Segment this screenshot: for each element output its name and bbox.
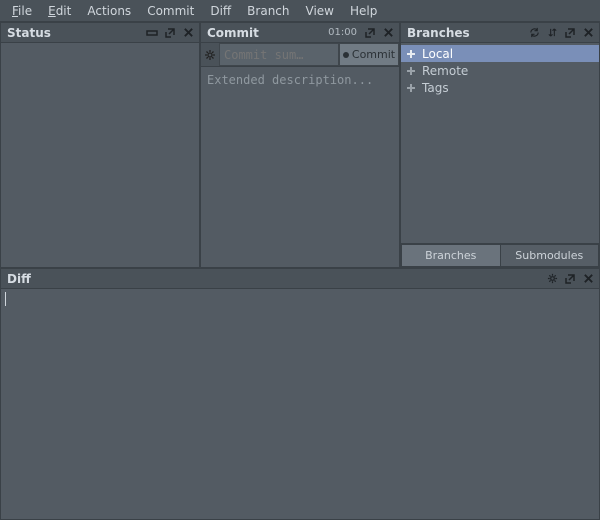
menu-view[interactable]: View (298, 2, 342, 20)
branches-tabs: Branches Submodules (401, 243, 599, 267)
branches-title: Branches (407, 26, 523, 40)
branches-panel: Branches Local (400, 22, 600, 268)
expand-icon[interactable] (405, 49, 417, 59)
status-body (1, 43, 199, 267)
sort-icon[interactable] (545, 26, 559, 40)
commit-button-label: Commit (352, 48, 395, 61)
popout-icon[interactable] (563, 272, 577, 286)
popout-icon[interactable] (563, 26, 577, 40)
commit-clock: 01:00 (328, 27, 359, 38)
branches-body: Local Remote Tags Branches Submodules (401, 43, 599, 267)
tab-submodules[interactable]: Submodules (501, 244, 600, 267)
tree-item-local[interactable]: Local (401, 45, 599, 62)
status-panel: Status (0, 22, 200, 268)
tab-branches[interactable]: Branches (401, 244, 501, 267)
expand-icon[interactable] (405, 83, 417, 93)
diff-title: Diff (7, 272, 541, 286)
tree-item-tags[interactable]: Tags (401, 79, 599, 96)
tree-item-label: Remote (422, 64, 468, 78)
gear-icon[interactable] (545, 272, 559, 286)
menu-commit[interactable]: Commit (139, 2, 202, 20)
tree-item-label: Local (422, 47, 453, 61)
diff-header: Diff (1, 269, 599, 289)
diff-body[interactable] (1, 289, 599, 519)
diff-panel: Diff (0, 268, 600, 520)
branches-header: Branches (401, 23, 599, 43)
status-header: Status (1, 23, 199, 43)
menu-diff[interactable]: Diff (202, 2, 239, 20)
commit-button[interactable]: Commit (339, 43, 399, 66)
tree-item-label: Tags (422, 81, 449, 95)
minimize-icon[interactable] (145, 26, 159, 40)
close-icon[interactable] (581, 26, 595, 40)
commit-summary-input[interactable] (219, 43, 339, 66)
branches-tree: Local Remote Tags (401, 43, 599, 243)
commit-header: Commit 01:00 (201, 23, 399, 43)
commit-panel: Commit 01:00 Commit (200, 22, 400, 268)
menu-help[interactable]: Help (342, 2, 385, 20)
status-title: Status (7, 26, 141, 40)
close-icon[interactable] (381, 26, 395, 40)
commit-title: Commit (207, 26, 324, 40)
commit-description[interactable]: Extended description... (201, 67, 399, 267)
commit-dot-icon (343, 52, 349, 58)
gear-icon[interactable] (201, 43, 219, 66)
popout-icon[interactable] (363, 26, 377, 40)
menu-actions[interactable]: Actions (79, 2, 139, 20)
menubar: File Edit Actions Commit Diff Branch Vie… (0, 0, 600, 22)
menu-file[interactable]: File (4, 2, 40, 20)
commit-body: Commit Extended description... (201, 43, 399, 267)
refresh-icon[interactable] (527, 26, 541, 40)
popout-icon[interactable] (163, 26, 177, 40)
tree-item-remote[interactable]: Remote (401, 62, 599, 79)
expand-icon[interactable] (405, 66, 417, 76)
menu-edit[interactable]: Edit (40, 2, 79, 20)
menu-branch[interactable]: Branch (239, 2, 297, 20)
close-icon[interactable] (581, 272, 595, 286)
text-caret (5, 292, 6, 306)
close-icon[interactable] (181, 26, 195, 40)
